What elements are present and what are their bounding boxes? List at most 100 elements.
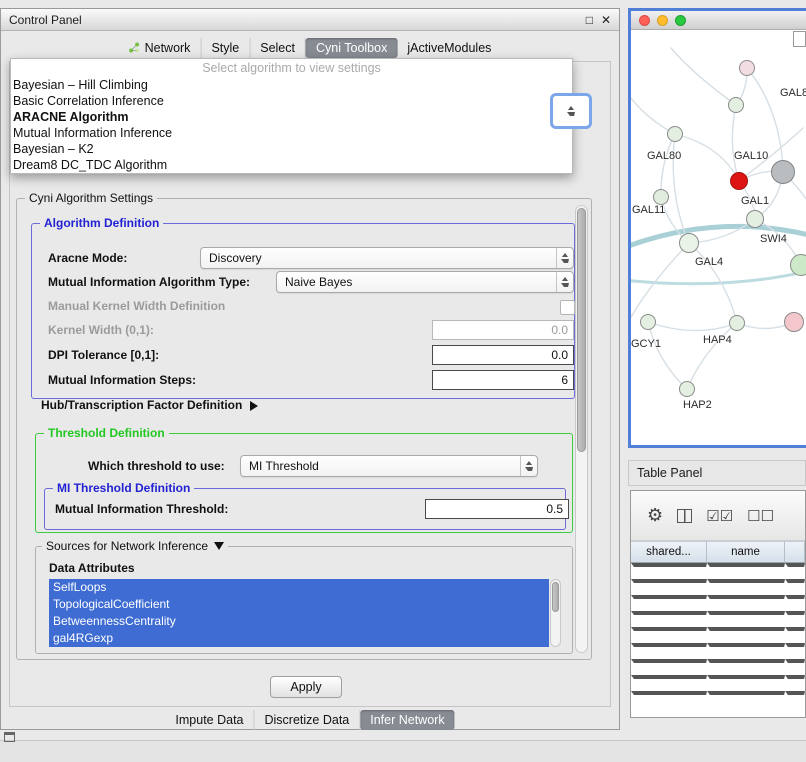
close-panel-icon[interactable]: ✕ (601, 13, 611, 27)
mi-threshold-field[interactable]: 0.5 (425, 499, 569, 519)
hub-definition-toggle[interactable]: Hub/Transcription Factor Definition (41, 398, 258, 413)
close-window-icon[interactable] (639, 15, 650, 26)
algorithm-dropdown: Select algorithm to view settings Bayesi… (10, 58, 573, 174)
column-header[interactable]: name (707, 541, 785, 563)
which-threshold-value: MI Threshold (249, 459, 319, 473)
mi-steps-field[interactable]: 6 (432, 370, 574, 390)
network-node[interactable] (679, 233, 699, 253)
table-panel-header[interactable]: Table Panel (628, 460, 806, 486)
network-node[interactable] (730, 172, 748, 190)
combo-down-icon (567, 112, 575, 116)
table-row[interactable]: YDL19...YDL19...13 (631, 563, 805, 579)
node-label: HAP2 (683, 399, 712, 411)
tab-network[interactable]: Network (119, 38, 202, 58)
network-node[interactable] (728, 97, 744, 113)
tab-select[interactable]: Select (250, 38, 306, 58)
dpi-tolerance-value: 0.0 (551, 348, 568, 362)
zoom-window-icon[interactable] (675, 15, 686, 26)
network-node[interactable] (790, 254, 806, 276)
table-row[interactable]: YLR345WYLR345W9. (631, 675, 805, 691)
column-header[interactable]: shared... (631, 541, 707, 563)
tab-style[interactable]: Style (201, 38, 250, 58)
table-row[interactable]: YJL052CYJL052C (631, 691, 805, 707)
apply-button[interactable]: Apply (270, 676, 342, 698)
network-canvas[interactable]: GAL8GAL80GAL10GAL11GAL1SWI4GAL4GCY1HAP4H… (631, 30, 806, 445)
collapse-down-icon[interactable] (214, 542, 224, 550)
network-window-titlebar[interactable] (631, 11, 806, 30)
attribute-row[interactable]: TopologicalCoefficient (49, 596, 549, 613)
kernel-width-field[interactable]: 0.0 (432, 320, 574, 340)
table-row[interactable]: YPR145WYPR145W9. (631, 611, 805, 627)
tab-jactivemodules[interactable]: jActiveModules (397, 38, 501, 58)
network-node[interactable] (771, 160, 795, 184)
table-toolbar: ⚙ ☑☑ ☐☐ (631, 491, 805, 541)
dropdown-item[interactable]: Dream8 DC_TDC Algorithm (11, 157, 572, 173)
clear-all-checks-icon[interactable]: ☐☐ (747, 507, 774, 525)
float-panel-icon[interactable]: □ (586, 13, 593, 27)
table-row[interactable]: YDR27...YDR27...12 (631, 579, 805, 595)
dropdown-item[interactable]: ARACNE Algorithm (11, 109, 572, 125)
node-label: GAL10 (734, 150, 768, 162)
mi-type-select[interactable]: Naive Bayes (276, 271, 574, 293)
status-bar (0, 740, 806, 762)
tab-discretize-data[interactable]: Discretize Data (255, 710, 361, 730)
top-tabbar: NetworkStyleSelectCyni ToolboxjActiveMod… (119, 36, 502, 59)
scrollbar-thumb[interactable] (577, 208, 586, 452)
node-label: SWI4 (760, 233, 787, 245)
attribute-row[interactable]: SelfLoops (49, 579, 549, 596)
dropdown-item[interactable]: Bayesian – K2 (11, 141, 572, 157)
dpi-tolerance-field[interactable]: 0.0 (432, 345, 574, 365)
table-row[interactable]: YBR045CYBR045C9. (631, 643, 805, 659)
minimize-window-icon[interactable] (657, 15, 668, 26)
combo-arrows-icon (556, 248, 573, 268)
network-view-window: GAL8GAL80GAL10GAL11GAL1SWI4GAL4GCY1HAP4H… (628, 8, 806, 448)
network-node[interactable] (653, 189, 669, 205)
columns-icon[interactable] (677, 509, 692, 523)
table-panel-title: Table Panel (637, 466, 702, 480)
network-node[interactable] (784, 312, 804, 332)
network-scroll-corner[interactable] (793, 31, 806, 47)
network-node[interactable] (640, 314, 656, 330)
network-node[interactable] (739, 60, 755, 76)
table-row[interactable]: YBL079WYBL079W (631, 659, 805, 675)
network-node[interactable] (729, 315, 745, 331)
dropdown-item[interactable]: Mutual Information Inference (11, 125, 572, 141)
attribute-row[interactable]: BetweennessCentrality (49, 613, 549, 630)
column-header[interactable] (785, 541, 805, 563)
network-node[interactable] (679, 381, 695, 397)
restore-panel-icon[interactable] (4, 732, 15, 742)
kernel-width-label: Kernel Width (0,1): (48, 323, 154, 338)
attribute-list-scrollbar[interactable] (550, 579, 561, 647)
aracne-mode-select[interactable]: Discovery (200, 247, 574, 269)
manual-kernel-checkbox[interactable] (560, 300, 575, 315)
node-label: GAL4 (695, 256, 723, 268)
which-threshold-select[interactable]: MI Threshold (240, 455, 538, 477)
table-row[interactable]: YBR043CYBR043C (631, 595, 805, 611)
table-row[interactable]: YER054CYER054C8. (631, 627, 805, 643)
mi-steps-value: 6 (561, 373, 568, 387)
mi-threshold-group-title: MI Threshold Definition (53, 481, 194, 495)
tab-cyni-toolbox[interactable]: Cyni Toolbox (306, 38, 397, 58)
dropdown-item[interactable]: Bayesian – Hill Climbing (11, 77, 572, 93)
tab-infer-network[interactable]: Infer Network (360, 710, 454, 730)
attribute-row[interactable]: gal4RGexp (49, 630, 549, 647)
control-panel-titlebar[interactable]: Control Panel □ ✕ (1, 9, 619, 31)
dpi-tolerance-label: DPI Tolerance [0,1]: (48, 348, 159, 363)
select-all-checks-icon[interactable]: ☑☑ (706, 507, 733, 525)
table-window: ⚙ ☑☑ ☐☐ shared...name YDL19...YDL19...13… (630, 490, 806, 718)
table-header-row: shared...name (631, 541, 805, 563)
scrollbar-thumb[interactable] (552, 582, 559, 612)
dropdown-item[interactable]: Basic Correlation Inference (11, 93, 572, 109)
gear-icon[interactable]: ⚙ (647, 505, 663, 526)
threshold-definition-group: Threshold Definition Which threshold to … (35, 433, 573, 533)
desktop: Control Panel □ ✕ NetworkStyleSelectCyni… (0, 0, 806, 762)
network-node[interactable] (746, 210, 764, 228)
mi-threshold-value: 0.5 (546, 502, 563, 516)
combo-arrows-icon (556, 272, 573, 292)
algorithm-combo-stepper[interactable] (550, 93, 592, 129)
network-node[interactable] (667, 126, 683, 142)
tab-impute-data[interactable]: Impute Data (165, 710, 254, 730)
mi-threshold-label: Mutual Information Threshold: (55, 502, 228, 517)
settings-scrollbar[interactable] (575, 205, 588, 653)
node-label: GCY1 (631, 338, 661, 350)
